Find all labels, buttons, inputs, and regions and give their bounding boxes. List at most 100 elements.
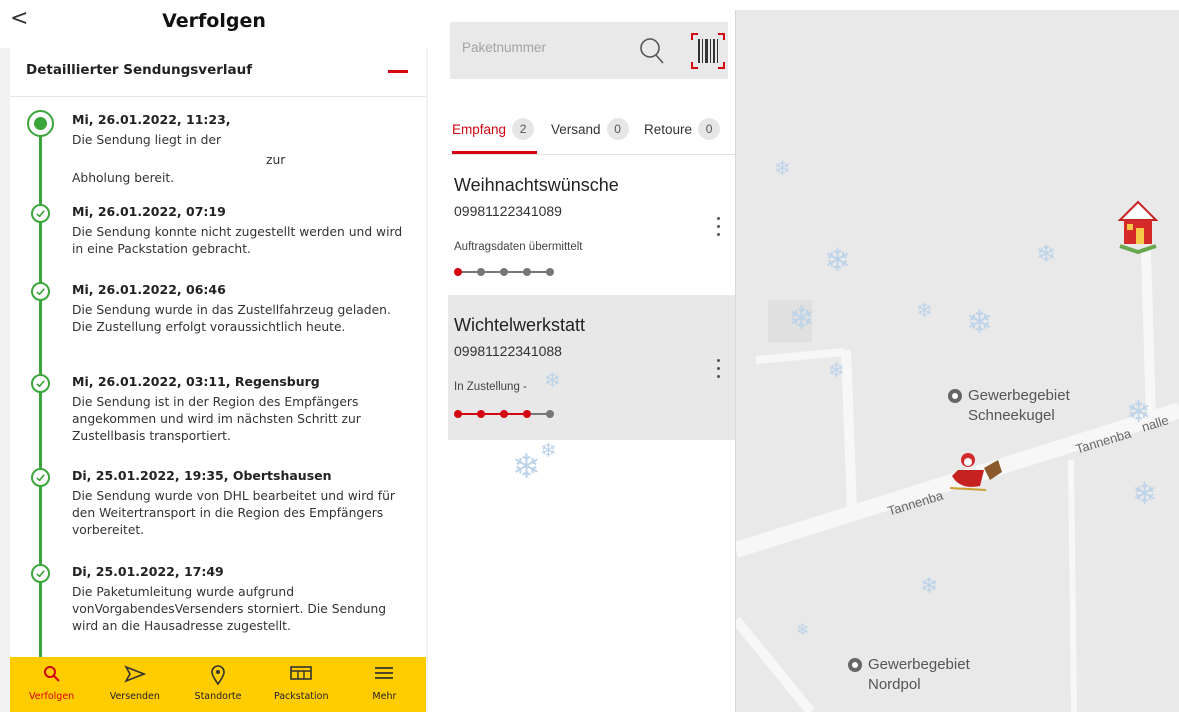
check-icon bbox=[31, 564, 50, 583]
map-view[interactable]: Gewerbegebiet Schneekugel Gewerbegebiet … bbox=[735, 10, 1179, 712]
poi-label: Schneekugel bbox=[968, 407, 1055, 424]
snowflake-icon: ❄ bbox=[920, 574, 939, 599]
page-title: Verfolgen bbox=[162, 10, 266, 32]
section-title: Detaillierter Sendungsverlauf bbox=[26, 62, 253, 78]
event-datetime: Di, 25.01.2022, 17:49 bbox=[72, 564, 224, 579]
event-datetime: Di, 25.01.2022, 19:35, Obertshausen bbox=[72, 468, 332, 483]
shipment-item[interactable]: Wichtelwerkstatt 09981122341088 In Zuste… bbox=[448, 295, 735, 440]
count-badge: 0 bbox=[606, 118, 629, 140]
snowflake-icon: ❄ bbox=[512, 447, 541, 487]
progress-step bbox=[500, 410, 508, 418]
progress-step bbox=[546, 268, 554, 276]
search-bar: Paketnummer bbox=[450, 22, 728, 79]
snowflake-icon: ❄ bbox=[788, 299, 815, 337]
shipment-item[interactable]: Weihnachtswünsche 09981122341089 Auftrag… bbox=[448, 155, 735, 295]
tab-label: Versenden bbox=[109, 691, 160, 702]
check-icon bbox=[31, 282, 50, 301]
tab-retoure[interactable]: Retoure 0 bbox=[644, 118, 721, 140]
direction-tabs: Empfang 2 Versand 0 Retoure 0 bbox=[448, 118, 735, 154]
snowflake-icon: ❄ bbox=[1132, 477, 1158, 512]
santa-sleigh-icon[interactable] bbox=[946, 446, 1004, 494]
send-icon bbox=[123, 665, 147, 687]
top-bar: < Verfolgen bbox=[0, 0, 428, 48]
bottom-tab-bar: Verfolgen Versenden Standorte Packstatio… bbox=[10, 657, 426, 712]
snowflake-icon: ❄ bbox=[796, 620, 810, 639]
tab-label: Retoure bbox=[644, 121, 693, 137]
event-datetime: Mi, 26.01.2022, 07:19 bbox=[72, 204, 226, 219]
tracking-history-card: Detaillierter Sendungsverlauf Mi, 26.01.… bbox=[10, 48, 426, 658]
current-status-icon bbox=[27, 110, 54, 137]
map-roads bbox=[736, 249, 1179, 712]
shipment-name: Weihnachtswünsche bbox=[454, 175, 619, 195]
tab-versenden[interactable]: Versenden bbox=[93, 657, 176, 712]
barcode-scanner-icon[interactable] bbox=[690, 32, 726, 70]
tracking-number: 09981122341089 bbox=[454, 203, 562, 219]
tab-versand[interactable]: Versand 0 bbox=[551, 118, 629, 140]
event-description: Die Sendung konnte nicht zugestellt werd… bbox=[72, 225, 403, 256]
tab-empfang[interactable]: Empfang 2 bbox=[452, 118, 535, 140]
progress-step bbox=[477, 410, 485, 418]
tab-label: Standorte bbox=[194, 691, 242, 702]
more-options-icon[interactable] bbox=[717, 359, 721, 383]
count-badge: 2 bbox=[512, 118, 535, 140]
event-description: Die Sendung wurde in das Zustellfahrzeug… bbox=[72, 303, 391, 334]
house-icon[interactable] bbox=[1116, 190, 1160, 256]
tracking-screen: < Verfolgen Detaillierter Sendungsverlau… bbox=[0, 0, 428, 712]
shipment-status: Auftragsdaten übermittelt bbox=[454, 241, 583, 253]
snowflake-icon: ❄ bbox=[1126, 395, 1152, 430]
event-datetime: Mi, 26.01.2022, 11:23, bbox=[72, 112, 231, 127]
search-icon bbox=[43, 665, 61, 687]
tab-label: Empfang bbox=[452, 121, 507, 137]
tab-mehr[interactable]: Mehr bbox=[343, 657, 426, 712]
more-options-icon[interactable] bbox=[717, 217, 721, 241]
tab-packstation[interactable]: Packstation bbox=[260, 657, 343, 712]
collapse-icon[interactable] bbox=[388, 70, 408, 73]
poi-gewerbegebiet-schneekugel[interactable]: Gewerbegebiet Schneekugel bbox=[948, 386, 1070, 426]
snowflake-icon: ❄ bbox=[544, 368, 561, 392]
snowflake-icon: ❄ bbox=[916, 298, 933, 322]
location-pin-icon bbox=[210, 665, 226, 687]
check-icon bbox=[31, 468, 50, 487]
progress-indicator bbox=[454, 267, 554, 277]
snowflake-icon: ❄ bbox=[540, 438, 557, 462]
check-icon bbox=[31, 204, 50, 223]
location-marker-icon bbox=[848, 658, 862, 672]
snowflake-icon: ❄ bbox=[828, 358, 845, 382]
event-description: Die Sendung ist in der Region des Empfän… bbox=[72, 395, 361, 443]
shipment-list-panel: Paketnummer Empfang 2 Versand 0 Retoure … bbox=[448, 10, 735, 712]
event-description: Die Sendung liegt in der bbox=[72, 133, 222, 147]
progress-indicator bbox=[454, 409, 554, 419]
snowflake-icon: ❄ bbox=[1036, 240, 1057, 268]
check-icon bbox=[31, 374, 50, 393]
snowflake-icon: ❄ bbox=[966, 303, 993, 341]
poi-gewerbegebiet-nordpol[interactable]: Gewerbegebiet Nordpol bbox=[848, 655, 970, 695]
tab-standorte[interactable]: Standorte bbox=[176, 657, 259, 712]
event-datetime: Mi, 26.01.2022, 03:11, Regensburg bbox=[72, 374, 320, 389]
tab-label: Packstation bbox=[273, 691, 329, 702]
shipment-status: In Zustellung - bbox=[454, 381, 527, 393]
snowflake-icon: ❄ bbox=[824, 241, 851, 279]
poi-label: Nordpol bbox=[868, 676, 921, 693]
poi-label: Gewerbegebiet bbox=[968, 387, 1070, 404]
progress-step bbox=[523, 268, 531, 276]
snowflake-icon: ❄ bbox=[774, 156, 791, 180]
event-datetime: Mi, 26.01.2022, 06:46 bbox=[72, 282, 226, 297]
search-icon[interactable] bbox=[638, 36, 666, 64]
tab-label: Mehr bbox=[372, 691, 397, 702]
count-badge: 0 bbox=[698, 118, 721, 140]
event-description: Die Sendung wurde von DHL bearbeitet und… bbox=[72, 489, 395, 537]
tab-label: Versand bbox=[551, 121, 601, 137]
search-input[interactable]: Paketnummer bbox=[462, 40, 546, 55]
progress-step bbox=[523, 410, 531, 418]
location-marker-icon bbox=[948, 389, 962, 403]
progress-step bbox=[500, 268, 508, 276]
event-description: Abholung bereit. bbox=[72, 171, 175, 185]
divider bbox=[10, 96, 426, 97]
tracking-number: 09981122341088 bbox=[454, 343, 562, 359]
shipment-name: Wichtelwerkstatt bbox=[454, 315, 586, 335]
poi-label: Gewerbegebiet bbox=[868, 656, 970, 673]
menu-icon bbox=[374, 665, 394, 687]
tab-label: Verfolgen bbox=[28, 691, 75, 702]
progress-step bbox=[454, 268, 462, 276]
tab-verfolgen[interactable]: Verfolgen bbox=[10, 657, 93, 712]
